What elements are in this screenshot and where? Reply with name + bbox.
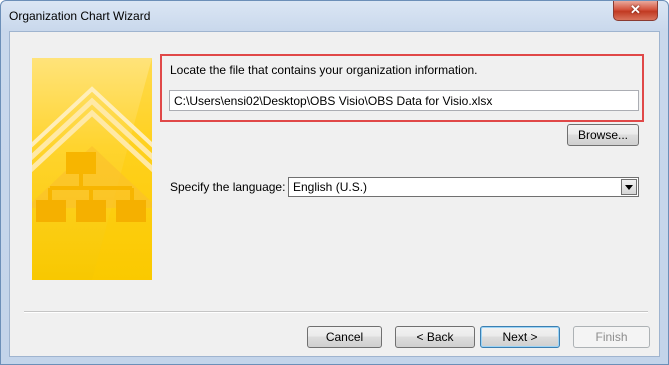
close-icon: ✕ [630, 2, 641, 17]
close-button[interactable]: ✕ [613, 1, 658, 21]
wizard-content: Locate the file that contains your organ… [9, 31, 660, 357]
instruction-text: Locate the file that contains your organ… [170, 63, 478, 77]
finish-button[interactable]: Finish [573, 326, 650, 348]
file-path-input[interactable] [169, 90, 639, 111]
back-button[interactable]: < Back [395, 326, 475, 348]
next-button[interactable]: Next > [480, 326, 560, 348]
language-select[interactable]: English (U.S.) [288, 177, 639, 197]
chevron-down-icon[interactable] [621, 179, 637, 195]
org-chart-icon [32, 58, 152, 280]
wizard-banner [32, 58, 152, 280]
cancel-button[interactable]: Cancel [307, 326, 382, 348]
footer-separator [24, 311, 648, 313]
browse-button[interactable]: Browse... [567, 124, 639, 146]
wizard-window: Organization Chart Wizard ✕ Locate the f… [0, 0, 669, 365]
language-value: English (U.S.) [293, 180, 368, 194]
title-bar[interactable]: Organization Chart Wizard ✕ [1, 1, 668, 31]
window-title: Organization Chart Wizard [9, 9, 151, 23]
language-label: Specify the language: [170, 180, 286, 194]
